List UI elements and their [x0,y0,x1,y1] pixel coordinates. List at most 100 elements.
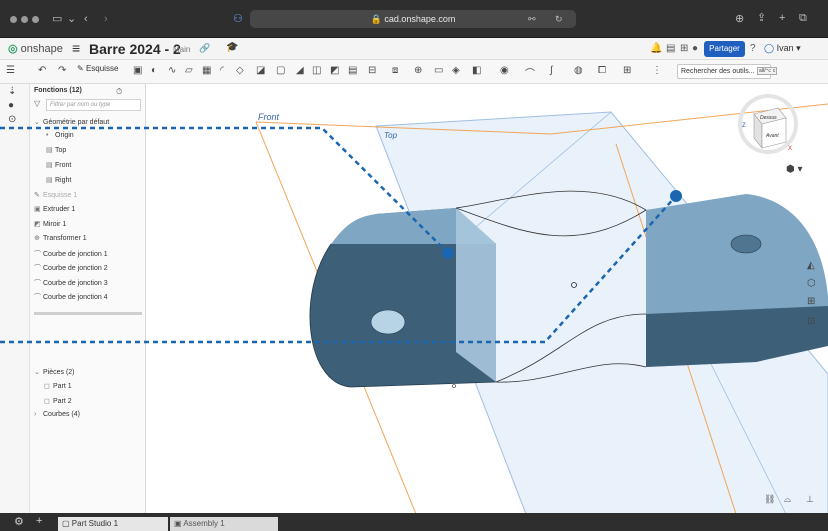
feature-bridging-curve-1[interactable]: ⌒ Courbe de jonction 1 [34,249,108,259]
branch-label[interactable]: Main [173,45,190,54]
reload-icon[interactable]: ↻ [555,13,563,25]
render-mode-icon[interactable]: ⬢ ▾ [786,164,803,175]
sidebar-icon[interactable]: ▭ [52,13,62,25]
chamfer-icon[interactable]: ◇ [236,65,244,76]
filter-icon[interactable]: ▽ [34,99,40,108]
units-icon[interactable]: ⊥ [806,494,814,505]
shell-icon[interactable]: ▢ [276,65,285,76]
chevron-down-icon[interactable]: ⌄ [67,13,76,25]
model-canvas[interactable]: Front Top Dessus Avant Z X [146,84,828,513]
tree-item-origin[interactable]: • Origin [46,132,74,139]
feature-bridging-curve-3[interactable]: ⌒ Courbe de jonction 3 [34,278,108,288]
feature-list-toggle-icon[interactable]: ☰ [6,65,15,76]
surface-icon[interactable]: ◧ [472,65,481,76]
parts-group[interactable]: ⌄ Pièces (2) [34,368,75,376]
split-icon[interactable]: ⧈ [392,65,398,76]
share-button[interactable]: Partager [704,41,745,57]
part-2-hole[interactable] [730,234,762,254]
user-menu[interactable]: ◯ Ivan ▾ [764,43,801,54]
add-custom-feature-icon[interactable]: ⊞ [623,65,631,76]
forward-icon[interactable]: › [104,13,108,25]
close-window-button[interactable] [10,16,17,23]
pattern-icon[interactable]: ▤ [348,65,357,76]
rib-icon[interactable]: ◢ [296,65,304,76]
part-1-hole[interactable] [370,309,406,335]
transform-icon[interactable]: ⊕ [414,65,422,76]
zoom-window-button[interactable] [32,16,39,23]
new-tab-icon[interactable]: + [779,12,785,24]
add-tab-icon[interactable]: + [36,515,42,527]
section-view-icon[interactable]: ⊞ [807,296,815,307]
tab-overview-icon[interactable]: ⧉ [799,12,807,24]
back-icon[interactable]: ‹ [84,13,88,25]
curve-icon[interactable]: ⌒ [525,65,535,80]
sweep-icon[interactable]: ∿ [168,65,176,76]
fillet-icon[interactable]: ◜ [220,65,224,76]
tree-icon[interactable]: ⊞ [680,43,688,54]
onshape-logo[interactable]: ◎ onshape [8,42,63,55]
tab-manager-icon[interactable]: ⚙ [14,515,24,528]
plane-icon[interactable]: ▭ [434,65,443,76]
explode-view-icon[interactable]: ⊡ [807,316,815,327]
notifications-icon[interactable]: 🔔 [650,43,662,54]
app-store-icon[interactable]: ● [692,43,698,54]
history-icon[interactable]: ⊙ [8,114,16,125]
download-icon[interactable]: ⊕ [735,13,744,25]
curves-group[interactable]: › Courbes (4) [34,411,80,418]
tab-assembly-1[interactable]: ▣ Assembly 1 [170,517,278,531]
tree-item-top[interactable]: ▤ Top [46,146,66,154]
default-geometry-group[interactable]: ⌄ Géométrie par défaut [34,118,109,126]
rollback-icon[interactable]: ⏱ [116,87,122,97]
minimize-window-button[interactable] [21,16,28,23]
extensions-icon[interactable]: ⚯ [528,13,536,25]
feature-extrude-1[interactable]: ▣ Extruder 1 [34,205,75,213]
graphics-viewport[interactable]: Front Top Dessus Avant Z X ◭ ⬡ ⊞ ⊡ ⬢ ▾ ⛓… [146,84,828,513]
section-icon[interactable]: ⧠ [598,65,606,76]
view-cube[interactable]: Dessus Avant Z X [738,94,798,154]
vertex-point[interactable] [452,384,456,388]
help-icon[interactable]: ? [750,43,756,54]
undo-icon[interactable]: ↶ [38,65,46,76]
extrude-icon[interactable]: ▣ [133,65,142,76]
fit-spline-icon[interactable]: ∫ [550,65,553,76]
tree-item-front[interactable]: ▤ Front [46,161,71,169]
thicken-icon[interactable]: ▦ [202,65,211,76]
learning-icon[interactable]: 🎓 [226,42,238,53]
document-title[interactable]: Barre 2024 - 2 [89,41,181,57]
redo-icon[interactable]: ↷ [58,65,66,76]
tree-item-right[interactable]: ▤ Right [46,176,71,184]
comments-icon[interactable]: ● [8,100,14,111]
sketch-button[interactable]: ✎ Esquisse [77,64,118,73]
boolean-icon[interactable]: ⊟ [368,65,376,76]
part-1-item[interactable]: ◻ Part 1 [44,382,72,390]
loft-icon[interactable]: ▱ [185,65,193,76]
feature-filter-input[interactable]: Filtrer par nom ou type [46,99,141,111]
insert-feature-icon[interactable]: ⇣ [8,86,16,97]
link-icon[interactable]: 🔗 [199,43,210,54]
mass-props-icon[interactable]: ⌓ [784,494,791,505]
feature-mirror-1[interactable]: ◩ Miroir 1 [34,220,66,228]
privacy-icon[interactable]: ⚇ [233,13,243,25]
more-tools-icon[interactable]: ⋮ [652,65,662,76]
rollback-bar[interactable] [34,312,142,315]
measure-icon[interactable]: ⛓ [764,494,775,505]
sheet-metal-icon[interactable]: ◉ [500,65,509,76]
part-2-item[interactable]: ◻ Part 2 [44,397,72,405]
view-mode-icon[interactable]: ◭ [807,260,815,271]
document-menu-icon[interactable]: ≡ [72,40,80,56]
feature-bridging-curve-4[interactable]: ⌒ Courbe de jonction 4 [34,292,108,302]
feature-transform-1[interactable]: ⊕ Transformer 1 [34,234,87,242]
versions-icon[interactable]: ▤ [666,43,675,54]
tab-part-studio-1[interactable]: ▢ Part Studio 1 [58,517,168,531]
draft-icon[interactable]: ◪ [256,65,265,76]
address-bar[interactable]: 🔒 cad.onshape.com ⚯ ↻ [250,10,576,28]
revolve-icon[interactable]: ◐ [151,65,157,76]
hole-icon[interactable]: ◫ [312,65,321,76]
mate-connector-icon[interactable]: ◈ [452,65,460,76]
mirror-icon[interactable]: ◩ [330,65,339,76]
helix-icon[interactable]: ◍ [574,65,583,76]
display-mode-icon[interactable]: ⬡ [807,278,816,289]
share-page-icon[interactable]: ⇪ [757,12,766,24]
feature-sketch-1[interactable]: ✎ Esquisse 1 [34,191,77,199]
feature-bridging-curve-2[interactable]: ⌒ Courbe de jonction 2 [34,263,108,273]
